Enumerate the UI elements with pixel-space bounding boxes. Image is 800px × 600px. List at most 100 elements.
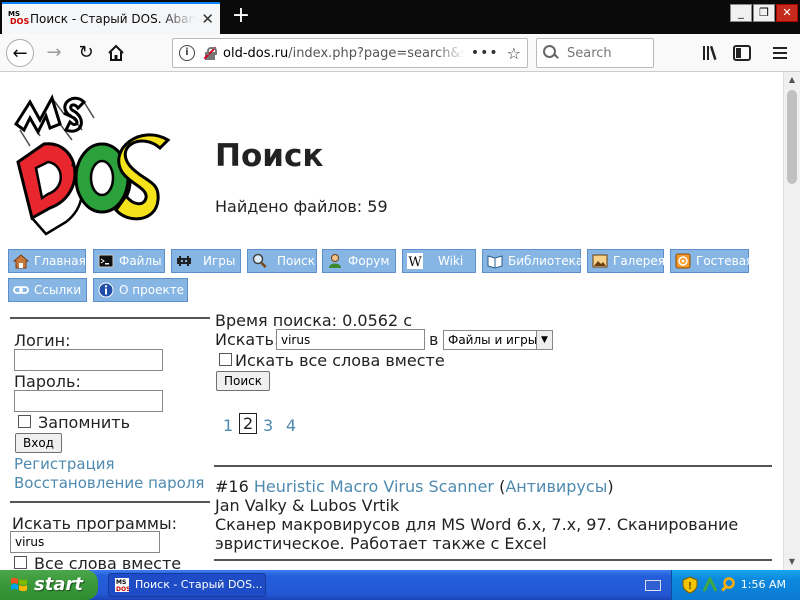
result-number: #16: [215, 477, 249, 496]
tab-close-icon[interactable]: ✕: [201, 10, 214, 28]
all-words-label: Искать все слова вместе: [235, 351, 445, 370]
menu-item-about[interactable]: О проекте: [93, 278, 188, 302]
scroll-up-icon[interactable]: ▲: [784, 72, 800, 88]
result-authors: Jan Valky & Lubos Vrtik: [215, 496, 400, 515]
security-shield-icon[interactable]: !: [682, 576, 698, 594]
bookmark-star-icon[interactable]: ☆: [507, 44, 521, 63]
tab-strip: MSDOS Поиск - Старый DOS. Abandonware ✕ …: [0, 0, 800, 34]
result-title-link[interactable]: Heuristic Macro Virus Scanner: [254, 477, 494, 496]
page-title: Поиск: [215, 138, 324, 174]
scroll-thumb[interactable]: [787, 90, 797, 184]
page-link-4[interactable]: 4: [286, 416, 296, 435]
menu-label: Ссылки: [34, 283, 82, 297]
system-tray: ! 1:56 AM: [671, 570, 800, 600]
forward-icon[interactable]: →: [40, 39, 68, 67]
sidebar-all-words-label: Все слова вместе: [34, 554, 182, 570]
login-input[interactable]: [14, 349, 163, 371]
search-box[interactable]: [536, 38, 654, 68]
register-link[interactable]: Регистрация: [14, 455, 115, 473]
search-button[interactable]: Поиск: [216, 371, 270, 391]
divider: [214, 559, 772, 561]
taskbar-window-button[interactable]: MS DOS Поиск - Старый DOS...: [108, 573, 266, 597]
home-icon[interactable]: [102, 39, 130, 67]
password-input[interactable]: [14, 390, 163, 412]
start-button[interactable]: start: [0, 570, 98, 600]
menu-item-guestbook[interactable]: Гостевая: [670, 249, 753, 273]
menu-item-games[interactable]: Игры: [171, 249, 241, 273]
browser-search-input[interactable]: [567, 45, 647, 61]
start-label: start: [34, 574, 83, 595]
result-category-link[interactable]: Антивирусы: [505, 477, 607, 496]
site-info-icon[interactable]: i: [179, 45, 195, 61]
search-icon: [543, 45, 559, 61]
network-icon[interactable]: [702, 577, 718, 593]
menu-item-home[interactable]: Главная: [8, 249, 86, 273]
window-close-icon[interactable]: ✕: [776, 4, 798, 22]
menu-label: Гостевая: [696, 254, 754, 268]
new-tab-icon[interactable]: +: [228, 4, 254, 30]
svg-text:W: W: [408, 255, 422, 269]
menu-item-forum[interactable]: Форум: [322, 249, 396, 273]
menu-item-library[interactable]: Библиотека: [482, 249, 584, 273]
back-icon[interactable]: ←: [6, 39, 34, 67]
picture-icon: [592, 254, 608, 268]
chain-link-icon: [13, 286, 29, 294]
menu-item-links[interactable]: Ссылки: [8, 278, 87, 302]
user-icon: [329, 254, 341, 268]
menu-label: О проекте: [119, 283, 185, 297]
menu-label: Игры: [203, 254, 236, 268]
reload-icon[interactable]: ↻: [72, 39, 100, 67]
scroll-down-icon[interactable]: ▼: [784, 554, 800, 570]
magnifier-icon: [252, 253, 267, 268]
menu-item-wiki[interactable]: W Wiki: [402, 249, 476, 273]
search-scope-value: Файлы и игры: [448, 333, 538, 347]
taskbar: start MS DOS Поиск - Старый DOS... ! 1:56…: [0, 570, 800, 600]
sidebar-toggle-icon[interactable]: [732, 44, 752, 62]
hamburger-menu-icon[interactable]: [770, 44, 790, 62]
login-label: Логин:: [14, 331, 71, 350]
site-favicon-icon: MSDOS: [8, 10, 30, 26]
menu-label: Галерея: [613, 254, 665, 268]
house-icon: [13, 254, 29, 269]
menu-label: Файлы: [119, 254, 162, 268]
sidebar-all-words-checkbox[interactable]: [14, 556, 27, 569]
page-link-1[interactable]: 1: [223, 416, 233, 435]
menu-label: Библиотека: [508, 254, 584, 268]
browser-tab[interactable]: MSDOS Поиск - Старый DOS. Abandonware ✕: [2, 2, 220, 34]
menu-item-files[interactable]: Файлы: [93, 249, 165, 273]
tab-title: Поиск - Старый DOS. Abandonware: [30, 12, 196, 26]
remember-checkbox[interactable]: [18, 415, 31, 428]
minimize-icon[interactable]: _: [730, 4, 752, 22]
restore-icon[interactable]: ❐: [753, 4, 775, 22]
svg-text:!: !: [688, 581, 693, 592]
all-words-checkbox[interactable]: [219, 353, 232, 366]
search-query-input[interactable]: [276, 329, 425, 350]
terminal-icon: [98, 254, 114, 268]
insecure-lock-icon[interactable]: [203, 46, 217, 60]
windows-flag-icon: [11, 577, 27, 592]
divider: [214, 465, 772, 467]
menu-label: Поиск: [277, 254, 316, 268]
search-label: Искать:: [215, 330, 280, 349]
remember-label: Запомнить: [38, 413, 130, 432]
search-in-label: в: [429, 330, 439, 349]
page-link-3[interactable]: 3: [263, 416, 273, 435]
divider: [10, 317, 210, 319]
address-bar[interactable]: i old-dos.ru/index.php?page=search&s •••…: [172, 38, 528, 68]
info-icon: [98, 282, 114, 298]
page-scrollbar[interactable]: ▲ ▼: [783, 72, 800, 570]
keyboard-icon[interactable]: [645, 580, 661, 591]
menu-label: Форум: [348, 254, 390, 268]
search-tray-icon[interactable]: [720, 577, 736, 593]
menu-item-gallery[interactable]: Галерея: [587, 249, 665, 273]
library-icon[interactable]: [702, 44, 722, 62]
search-scope-select[interactable]: Файлы и игры ▼: [443, 330, 553, 350]
ms-dos-logo: [13, 94, 171, 236]
page-actions-icon[interactable]: •••: [471, 45, 499, 61]
menu-item-search[interactable]: Поиск: [247, 249, 317, 273]
clock[interactable]: 1:56 AM: [741, 570, 786, 600]
restore-password-link[interactable]: Восстановление пароля: [14, 474, 204, 492]
login-button[interactable]: Вход: [15, 433, 62, 453]
program-search-input[interactable]: [10, 531, 160, 553]
url-text[interactable]: old-dos.ru/index.php?page=search&s: [223, 46, 465, 61]
